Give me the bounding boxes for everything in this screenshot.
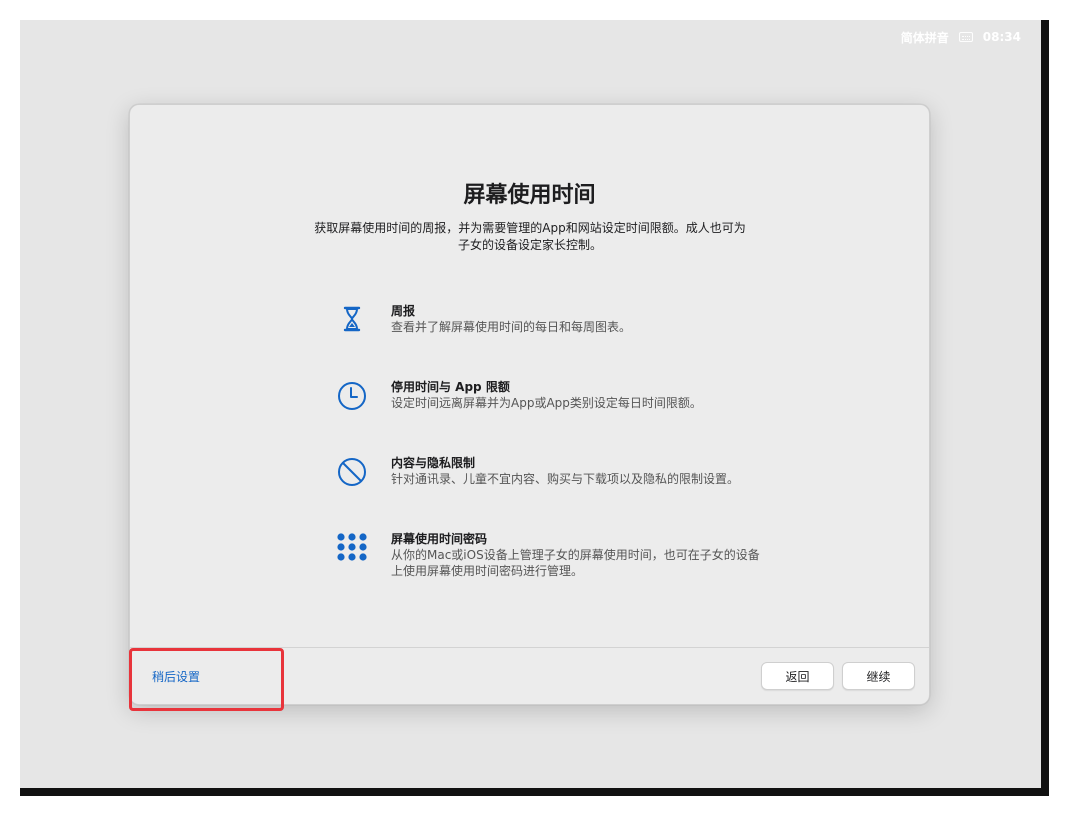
page-subtitle: 获取屏幕使用时间的周报，并为需要管理的App和网站设定时间限额。成人也可为子女的… <box>314 221 746 252</box>
feature-title: 停用时间与 App 限额 <box>391 380 510 394</box>
hourglass-icon <box>343 306 361 332</box>
feature-title: 周报 <box>391 304 416 318</box>
annotation-highlight-box <box>129 648 284 711</box>
window-frame-right <box>1041 20 1049 796</box>
feature-description: 查看并了解屏幕使用时间的每日和每周图表。 <box>391 320 632 334</box>
keyboard-icon[interactable] <box>958 32 973 42</box>
clock-icon <box>338 382 366 410</box>
page-title: 屏幕使用时间 <box>463 183 596 208</box>
feature-description: 从你的Mac或iOS设备上管理子女的屏幕使用时间，也可在子女的设备上使用屏幕使用… <box>391 548 760 578</box>
clock-time: 08:34 <box>982 30 1021 44</box>
continue-button[interactable]: 继续 <box>842 662 915 690</box>
menu-status-bar: 简体拼音 08:34 <box>901 28 1021 46</box>
feature-description: 针对通讯录、儿童不宜内容、购买与下载项以及隐私的限制设置。 <box>391 472 740 486</box>
window-frame-bottom <box>20 788 1049 796</box>
feature-title: 屏幕使用时间密码 <box>391 532 488 546</box>
back-button[interactable]: 返回 <box>761 662 834 690</box>
prohibited-icon <box>338 458 366 486</box>
feature-description: 设定时间远离屏幕并为App或App类别设定每日时间限额。 <box>391 396 702 410</box>
passcode-keypad-icon <box>337 533 367 561</box>
feature-title: 内容与隐私限制 <box>391 456 476 470</box>
screen-time-setup-dialog: 屏幕使用时间 获取屏幕使用时间的周报，并为需要管理的App和网站设定时间限额。成… <box>129 104 930 705</box>
input-method-label[interactable]: 简体拼音 <box>901 29 949 46</box>
